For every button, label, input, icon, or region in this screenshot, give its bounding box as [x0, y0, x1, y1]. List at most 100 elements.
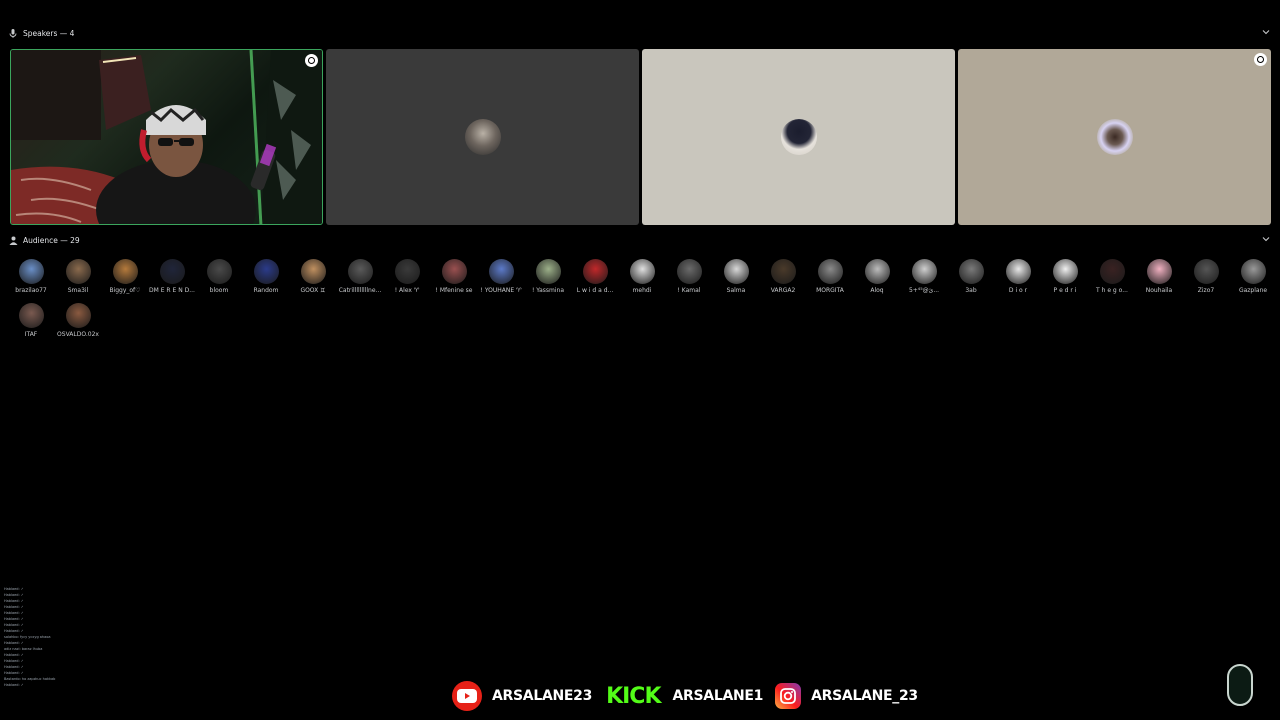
speaker-avatar — [464, 119, 501, 155]
audience-member[interactable]: T h e g o... — [1088, 259, 1136, 301]
avatar — [1005, 259, 1031, 284]
pin-icon[interactable] — [1254, 53, 1267, 66]
audience-member[interactable]: Gazplane — [1229, 259, 1277, 301]
audience-member[interactable]: ! Mfenine se — [430, 259, 478, 301]
avatar — [723, 259, 749, 284]
kick-logo: KICK — [606, 683, 661, 709]
audience-member[interactable]: DM E R E N D... — [148, 259, 196, 301]
audience-member[interactable]: OSVALDO.02x — [54, 303, 102, 345]
audience-member[interactable]: ! Kamal — [665, 259, 713, 301]
avatar — [629, 259, 655, 284]
audience-member-name: ITAF — [24, 331, 38, 338]
avatar — [206, 259, 232, 284]
pin-icon[interactable] — [305, 54, 318, 67]
youtube-icon — [452, 681, 482, 711]
avatar — [535, 259, 561, 284]
chevron-down-icon[interactable] — [1262, 235, 1270, 243]
avatar — [18, 303, 44, 328]
audience-member-name: T h e g o... — [1096, 287, 1128, 294]
audience-member-name: MORGITA — [816, 287, 844, 294]
avatar — [488, 259, 514, 284]
audience-member-name: DM E R E N D... — [149, 287, 195, 294]
chevron-down-icon[interactable] — [1262, 28, 1270, 36]
social-links-bar: ARSALANE23 KICK ARSALANE1 ARSALANE_23 — [452, 680, 918, 712]
audience-member-name: VARGA2 — [770, 287, 796, 294]
youtube-handle: ARSALANE23 — [492, 688, 593, 704]
avatar — [159, 259, 185, 284]
audience-member[interactable]: VARGA2 — [759, 259, 807, 301]
audience-member[interactable]: bloom — [195, 259, 243, 301]
avatar — [864, 259, 890, 284]
avatar — [958, 259, 984, 284]
audience-member[interactable]: GOOX ♊ — [289, 259, 337, 301]
audience-member[interactable]: brazilao77 — [7, 259, 55, 301]
microphone-icon — [8, 28, 18, 38]
audience-member-name: Aloq — [870, 287, 884, 294]
avatar — [18, 259, 44, 284]
audience-header: Audience — 29 — [8, 232, 1272, 248]
audience-member-name: brazilao77 — [15, 287, 47, 294]
audience-member-name: Gazplane — [1238, 287, 1268, 294]
stream-chat-overlay: Hablaed: ✓ Hablaed: ✓ Hablaed: ✓ Hablaed: ✓… — [4, 586, 74, 688]
avatar — [65, 303, 91, 328]
avatar — [300, 259, 326, 284]
audience-member[interactable]: L w i d a d... — [571, 259, 619, 301]
avatar — [1146, 259, 1172, 284]
chat-message: Hablaed: ✓ — [4, 683, 24, 687]
avatar — [817, 259, 843, 284]
audience-member-name: 3ab — [965, 287, 977, 294]
avatar — [1052, 259, 1078, 284]
audience-member-name: Random — [253, 287, 279, 294]
audience-member-name: bloom — [209, 287, 229, 294]
speaker-avatar — [1096, 119, 1133, 155]
audience-member[interactable]: mehdi — [618, 259, 666, 301]
audience-member[interactable]: Sma3il — [54, 259, 102, 301]
audience-member-name: D i o r — [1008, 287, 1028, 294]
audience-member-name: ! Kamal — [677, 287, 701, 294]
speaker-tile[interactable] — [958, 49, 1271, 225]
audience-label: Audience — 29 — [23, 235, 80, 245]
avatar — [676, 259, 702, 284]
audience-member-name: P e d r i — [1053, 287, 1077, 294]
avatar — [347, 259, 373, 284]
speaker-avatar — [780, 119, 817, 155]
audience-member-name: Biggy_of♡ — [109, 287, 141, 294]
audience-member[interactable]: Random — [242, 259, 290, 301]
audience-member-name: mehdi — [632, 287, 652, 294]
speaker-video-tile[interactable] — [10, 49, 323, 225]
audience-member[interactable]: P e d r i — [1041, 259, 1089, 301]
avatar — [112, 259, 138, 284]
audience-member[interactable]: ! Yassmina — [524, 259, 572, 301]
audience-member-name: ! Yassmina — [531, 287, 565, 294]
audience-member[interactable]: 5+ئ@⁴⁵... — [900, 259, 948, 301]
audience-member[interactable]: ! YOUHANE ♈ — [477, 259, 525, 301]
audience-member[interactable]: D i o r — [994, 259, 1042, 301]
audience-member[interactable]: ! Alex ♈ — [383, 259, 431, 301]
avatar — [253, 259, 279, 284]
avatar — [1240, 259, 1266, 284]
audience-member[interactable]: Nouhaila — [1135, 259, 1183, 301]
avatar — [1193, 259, 1219, 284]
webcam-feed — [11, 50, 322, 224]
audience-member[interactable]: Zizo7 — [1182, 259, 1230, 301]
avatar — [441, 259, 467, 284]
audience-member[interactable]: 3ab — [947, 259, 995, 301]
audience-member-name: Zizo7 — [1197, 287, 1215, 294]
speaker-tile[interactable] — [642, 49, 955, 225]
audience-member-name: ! Mfenine se — [435, 287, 473, 294]
audience-member-name: GOOX ♊ — [300, 287, 326, 294]
audience-member[interactable]: Catrilllllllllne... — [336, 259, 384, 301]
instagram-icon — [775, 683, 802, 709]
audience-member[interactable]: Biggy_of♡ — [101, 259, 149, 301]
audience-icon — [8, 235, 18, 245]
audience-member[interactable]: Aloq — [853, 259, 901, 301]
avatar — [394, 259, 420, 284]
avatar — [770, 259, 796, 284]
audience-member[interactable]: Salma — [712, 259, 760, 301]
speaker-tile[interactable] — [326, 49, 639, 225]
audience-member-name: OSVALDO.02x — [57, 331, 99, 338]
audience-member[interactable]: MORGITA — [806, 259, 854, 301]
audience-member[interactable]: ITAF — [7, 303, 55, 345]
audience-member-name: 5+ئ@⁴⁵... — [908, 287, 940, 294]
audience-member-name: Salma — [726, 287, 746, 294]
